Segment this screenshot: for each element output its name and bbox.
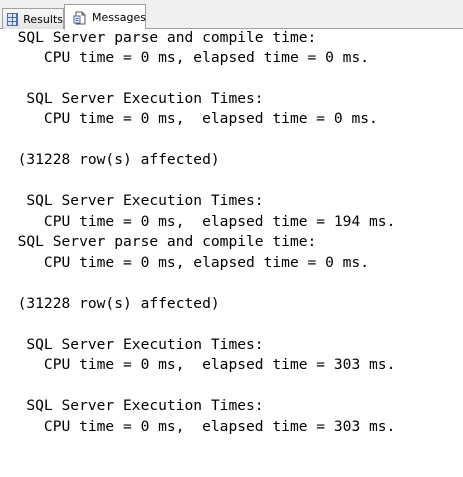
message-line: (31228 row(s) affected) — [0, 295, 220, 312]
message-line: CPU time = 0 ms, elapsed time = 303 ms. — [0, 356, 396, 373]
message-line: SQL Server Execution Times: — [0, 192, 264, 209]
message-line: SQL Server Execution Times: — [0, 336, 264, 353]
message-line: SQL Server Execution Times: — [0, 90, 264, 107]
tab-messages-label: Messages — [92, 10, 146, 24]
tab-results[interactable]: Results — [2, 8, 64, 29]
tab-results-label: Results — [23, 12, 63, 26]
messages-icon — [73, 11, 87, 24]
message-line: CPU time = 0 ms, elapsed time = 303 ms. — [0, 418, 396, 435]
message-line: SQL Server Execution Times: — [0, 397, 264, 414]
message-line: CPU time = 0 ms, elapsed time = 0 ms. — [0, 254, 370, 271]
tab-messages[interactable]: Messages — [64, 4, 146, 30]
message-line: CPU time = 0 ms, elapsed time = 0 ms. — [0, 110, 378, 127]
message-line: (31228 row(s) affected) — [0, 151, 220, 168]
message-line: CPU time = 0 ms, elapsed time = 0 ms. — [0, 49, 370, 66]
message-line: SQL Server parse and compile time: — [0, 29, 317, 46]
message-line: CPU time = 0 ms, elapsed time = 194 ms. — [0, 213, 396, 230]
results-tab-bar: Results Messages — [0, 0, 463, 30]
message-line: SQL Server parse and compile time: — [0, 233, 317, 250]
messages-pane: SQL Server parse and compile time: CPU t… — [0, 29, 463, 477]
grid-icon — [7, 12, 19, 26]
